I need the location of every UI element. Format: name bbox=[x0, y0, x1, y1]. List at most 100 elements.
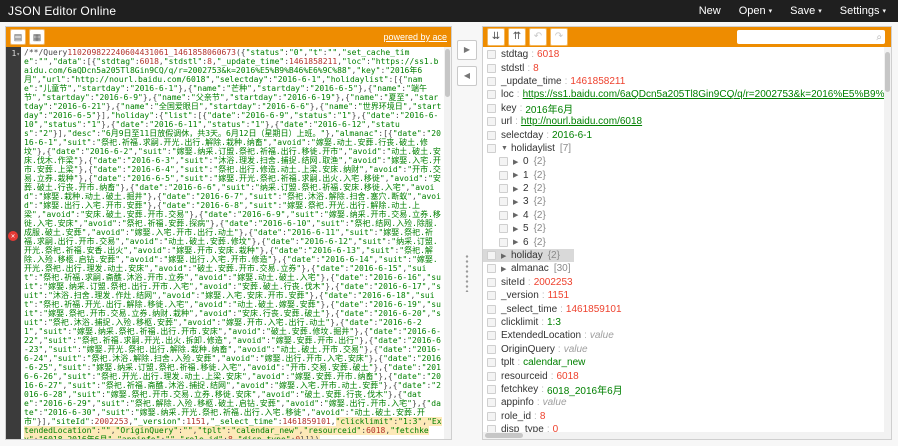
tree-field-value[interactable]: 6018_2016年6月 bbox=[547, 382, 623, 397]
expand-toggle-icon[interactable]: ▶ bbox=[513, 158, 523, 166]
expand-toggle-icon[interactable]: ▶ bbox=[513, 198, 523, 206]
tree-row[interactable]: disp_type:0 bbox=[483, 423, 884, 432]
scrollbar-thumb[interactable] bbox=[885, 52, 890, 92]
tree-field-name[interactable]: stdstl bbox=[501, 63, 524, 74]
tree-vertical-scrollbar[interactable] bbox=[884, 47, 891, 439]
tree-field-value[interactable]: 1461858211 bbox=[570, 76, 625, 87]
row-actions-button[interactable] bbox=[487, 371, 496, 381]
tree-field-name[interactable]: clicklimit bbox=[501, 317, 538, 328]
tree-field-name[interactable]: _version bbox=[501, 290, 539, 301]
editor-vertical-scrollbar[interactable] bbox=[444, 47, 451, 439]
tree-row[interactable]: ▶ 6 {2} bbox=[483, 235, 884, 248]
menu-save[interactable]: Save ▾ bbox=[790, 5, 822, 17]
tree-field-value[interactable]: 1461859101 bbox=[566, 304, 622, 315]
tree-field-value[interactable]: 1:3 bbox=[547, 317, 561, 328]
row-actions-button[interactable] bbox=[499, 237, 508, 247]
expand-all-button[interactable]: ⇊ bbox=[487, 28, 505, 46]
row-actions-button[interactable] bbox=[487, 103, 496, 113]
row-actions-button[interactable] bbox=[499, 224, 508, 234]
row-actions-button[interactable] bbox=[487, 411, 496, 421]
tree-row[interactable]: OriginQuery: value bbox=[483, 343, 884, 356]
row-actions-button[interactable] bbox=[487, 63, 496, 73]
tree-row[interactable]: clicklimit:1:3 bbox=[483, 316, 884, 329]
row-actions-button[interactable] bbox=[487, 76, 496, 86]
tree-row[interactable]: fetchkey:6018_2016年6月 bbox=[483, 382, 884, 397]
tree-row[interactable]: ▶ 0 {2} bbox=[483, 155, 884, 168]
tree-field-name[interactable]: OriginQuery bbox=[501, 344, 555, 355]
tree-row[interactable]: siteId:2002253 bbox=[483, 276, 884, 289]
tree-field-name[interactable]: _select_time bbox=[501, 304, 557, 315]
error-icon[interactable]: ✕ bbox=[8, 231, 18, 241]
menu-open[interactable]: Open ▾ bbox=[739, 5, 772, 17]
tree-field-name[interactable]: appinfo bbox=[501, 397, 534, 408]
row-actions-button[interactable] bbox=[487, 344, 496, 354]
tree-field-name[interactable]: tplt bbox=[501, 357, 514, 368]
tree-field-value[interactable]: 6018 bbox=[556, 371, 578, 382]
tree-field-value[interactable]: calendar_new bbox=[523, 357, 585, 368]
tree-row[interactable]: _update_time:1461858211 bbox=[483, 75, 884, 88]
tree-field-name[interactable]: holidaylist bbox=[511, 143, 555, 154]
row-actions-button[interactable] bbox=[487, 318, 496, 327]
tree-field-name[interactable]: fetchkey bbox=[501, 384, 538, 395]
tree-field-name[interactable]: 0 bbox=[523, 156, 529, 167]
expand-toggle-icon[interactable]: ▶ bbox=[513, 238, 523, 246]
tree-field-name[interactable]: 4 bbox=[523, 210, 529, 221]
row-actions-button[interactable] bbox=[487, 50, 496, 60]
row-actions-button[interactable] bbox=[487, 251, 496, 261]
tree-row[interactable]: _version:1151 bbox=[483, 289, 884, 302]
tree-field-value[interactable]: 2002253 bbox=[534, 277, 573, 288]
expand-toggle-icon[interactable]: ▶ bbox=[501, 252, 511, 260]
expand-toggle-icon[interactable]: ▶ bbox=[513, 211, 523, 219]
copy-right-to-left-button[interactable]: ◀ bbox=[457, 66, 477, 86]
tree-field-name[interactable]: url bbox=[501, 116, 512, 127]
tree-field-name[interactable]: role_id bbox=[501, 411, 531, 422]
tree-field-name[interactable]: ExtendedLocation bbox=[501, 330, 581, 341]
tree-row[interactable]: stdstl:8 bbox=[483, 61, 884, 74]
splitter-handle[interactable] bbox=[464, 254, 470, 292]
row-actions-button[interactable] bbox=[499, 170, 508, 180]
tree-row[interactable]: ▶ holiday {2} bbox=[483, 248, 574, 263]
row-actions-button[interactable] bbox=[499, 184, 508, 194]
tree-field-name[interactable]: 2 bbox=[523, 183, 529, 194]
tree-field-name[interactable]: 3 bbox=[523, 196, 529, 207]
scrollbar-thumb[interactable] bbox=[485, 433, 523, 438]
tree-field-name[interactable]: holiday bbox=[511, 250, 543, 261]
row-actions-button[interactable] bbox=[487, 304, 496, 314]
tree-field-value[interactable]: 8 bbox=[533, 63, 539, 74]
tree-row[interactable]: ▶ 4 {2} bbox=[483, 209, 884, 222]
expand-toggle-icon[interactable]: ▶ bbox=[501, 265, 511, 273]
expand-toggle-icon[interactable]: ▶ bbox=[513, 185, 523, 193]
fold-icon[interactable]: ▾ bbox=[16, 51, 20, 58]
undo-button[interactable]: ↶ bbox=[529, 28, 547, 46]
tree-field-name[interactable]: _update_time bbox=[501, 76, 562, 87]
menu-settings[interactable]: Settings ▾ bbox=[840, 5, 886, 17]
collapse-all-button[interactable]: ⇈ bbox=[508, 28, 526, 46]
ace-editor[interactable]: 1▾ ✕ /**/Query110209822240604431061_1461… bbox=[6, 47, 451, 439]
tree-row[interactable]: loc: https://ss1.baidu.com/6aQDcn5a205Tl8… bbox=[483, 88, 884, 101]
row-actions-button[interactable] bbox=[487, 331, 496, 341]
scrollbar-thumb[interactable] bbox=[445, 49, 450, 97]
tree-field-value[interactable]: http://nourl.baidu.com/6018 bbox=[521, 116, 642, 127]
tree-field-name[interactable]: almanac bbox=[511, 263, 549, 274]
tree-field-value[interactable]: 6018 bbox=[537, 49, 559, 60]
row-actions-button[interactable] bbox=[499, 157, 508, 167]
format-button[interactable]: ▤ bbox=[10, 29, 26, 45]
tree-row[interactable]: appinfo: value bbox=[483, 396, 884, 409]
menu-new[interactable]: New bbox=[699, 5, 721, 17]
tree-field-value[interactable]: 1151 bbox=[548, 290, 570, 301]
tree-row[interactable]: tplt: calendar_new bbox=[483, 356, 884, 369]
row-actions-button[interactable] bbox=[487, 277, 496, 287]
tree-field-name[interactable]: siteId bbox=[501, 277, 525, 288]
redo-button[interactable]: ↷ bbox=[550, 28, 568, 46]
tree-row[interactable]: role_id:8 bbox=[483, 410, 884, 423]
row-actions-button[interactable] bbox=[487, 143, 496, 153]
compact-button[interactable]: ▦ bbox=[29, 29, 45, 45]
tree-row[interactable]: ▶ almanac [30] bbox=[483, 262, 884, 275]
tree-field-name[interactable]: 6 bbox=[523, 237, 529, 248]
tree-field-value[interactable]: https://ss1.baidu.com/6aQDcn5a205Tl8Gin9… bbox=[523, 89, 884, 100]
row-actions-button[interactable] bbox=[487, 384, 496, 394]
row-actions-button[interactable] bbox=[487, 291, 496, 301]
collapse-toggle-icon[interactable]: ▼ bbox=[501, 145, 511, 152]
tree-field-name[interactable]: selectday bbox=[501, 130, 543, 141]
copy-left-to-right-button[interactable]: ▶ bbox=[457, 40, 477, 60]
